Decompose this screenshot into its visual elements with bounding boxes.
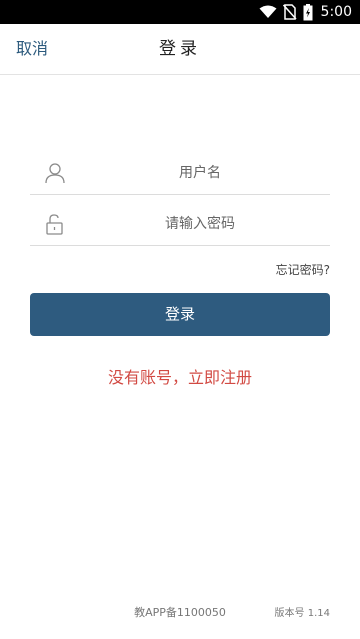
cancel-button[interactable]: 取消 [16,24,48,74]
status-time: 5:00 [320,4,352,20]
status-icons: 5:00 [259,0,352,24]
login-button[interactable]: 登录 [30,293,330,336]
forgot-password-link[interactable]: 忘记密码? [276,261,330,278]
password-field [30,201,330,246]
password-input[interactable] [70,205,330,243]
lock-icon [46,214,63,235]
app-bar: 登录 取消 [0,24,360,75]
battery-icon [303,3,313,20]
wifi-icon [259,5,277,18]
page-title: 登录 [159,39,201,59]
no-sim-icon [282,4,297,20]
username-field [30,150,330,195]
status-bar: 5:00 [0,0,360,24]
user-icon [45,163,65,184]
username-input[interactable] [70,154,330,192]
version-text: 版本号 1.14 [274,608,330,619]
register-link[interactable]: 没有账号，立即注册 [0,364,360,388]
